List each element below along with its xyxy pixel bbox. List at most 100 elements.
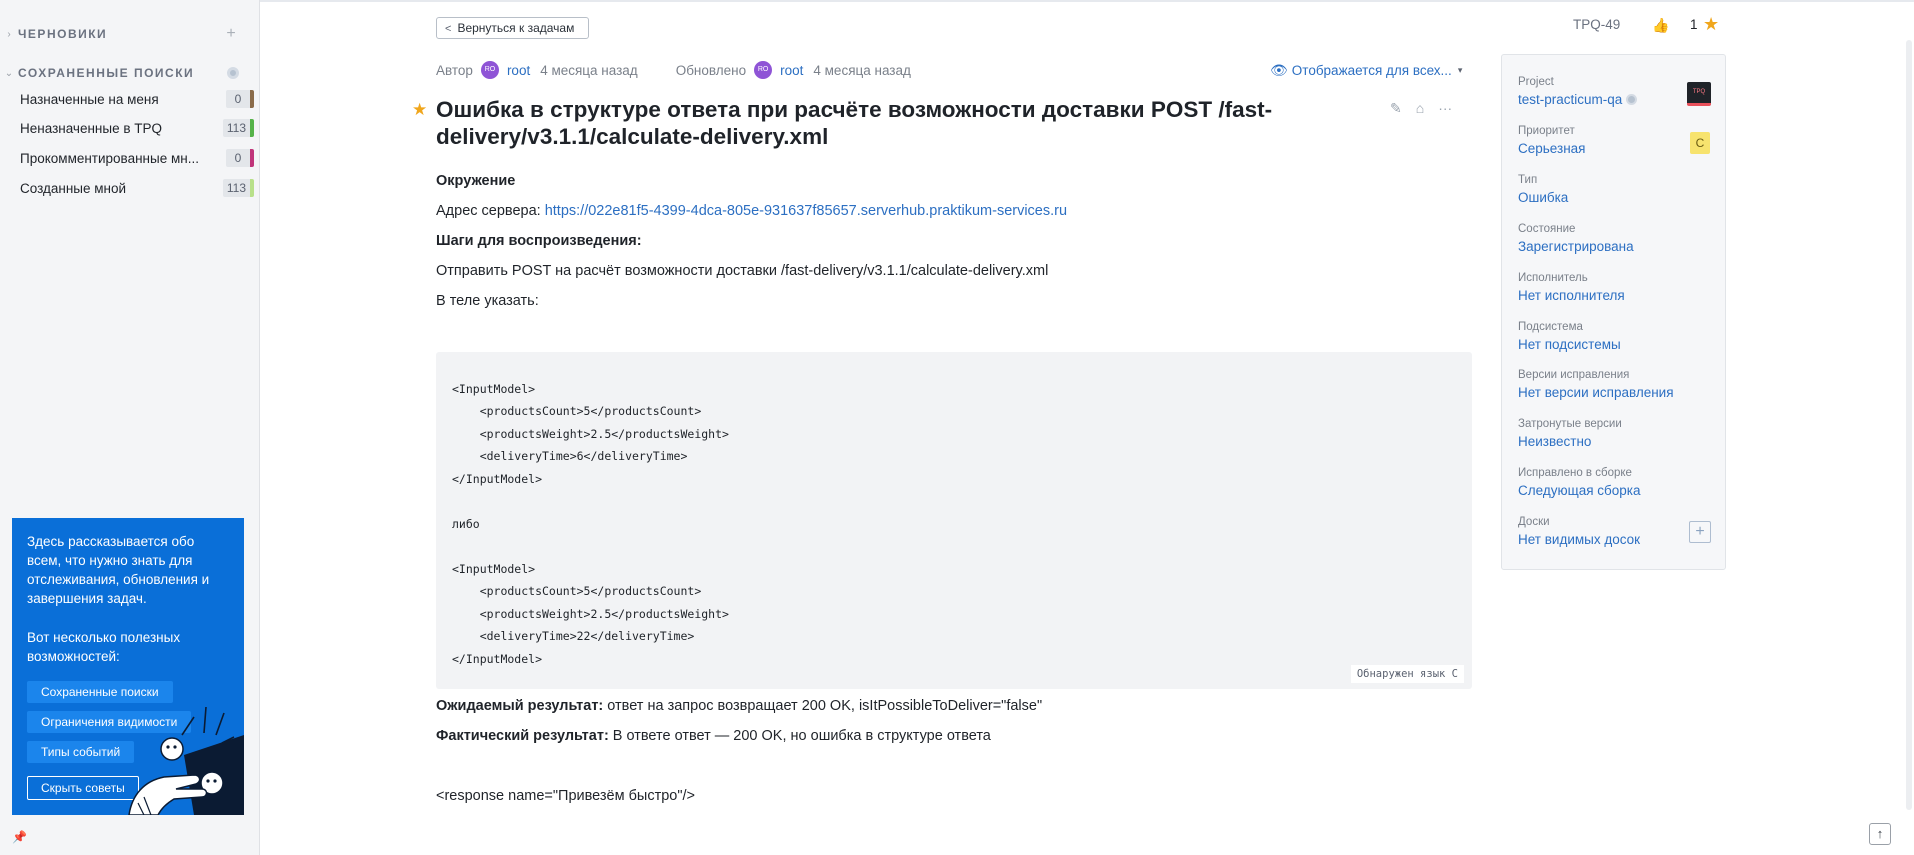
hide-tips-button[interactable]: Скрыть советы [27, 776, 139, 800]
gear-icon[interactable] [1626, 94, 1638, 105]
add-board-button[interactable]: + [1689, 521, 1711, 543]
field-boards[interactable]: Доски Нет видимых досок [1518, 516, 1708, 552]
actual-result: Фактический результат: В ответе ответ — … [436, 728, 1472, 744]
pin-icon[interactable]: 📌 [12, 830, 27, 844]
avatar: RO [754, 61, 773, 79]
chevron-down-icon: ⌄ [4, 67, 14, 79]
avatar: RO [480, 61, 499, 79]
more-options-icon[interactable]: ··· [1438, 100, 1452, 117]
back-to-issues-button[interactable]: < Вернуться к задачам [436, 17, 590, 39]
code-line: <productsWeight>2.5</productsWeight> [452, 607, 729, 621]
scrollbar[interactable] [1906, 40, 1912, 810]
issue-id[interactable]: TPQ-49 [1573, 17, 1620, 32]
scroll-to-top-button[interactable]: ↑ [1869, 823, 1891, 845]
field-label: Состояние [1518, 223, 1576, 235]
author-time: 4 месяца назад [540, 62, 638, 78]
code-line: <InputModel> [452, 382, 536, 396]
edit-pencil-icon[interactable]: ✎ [1390, 100, 1402, 117]
field-label: Тип [1518, 174, 1538, 186]
environment-heading: Окружение [436, 173, 516, 189]
code-line: </InputModel> [452, 652, 543, 666]
saved-search-label: Прокомментированные мн... [20, 150, 199, 166]
field-subsystem[interactable]: Подсистема Нет подсистемы [1518, 321, 1708, 357]
saved-search-item[interactable]: Неназначенные в TPQ 113 [0, 116, 260, 140]
saved-search-count: 0 [226, 90, 254, 108]
top-progress-line [0, 0, 1914, 2]
code-line: <deliveryTime>6</deliveryTime> [452, 449, 688, 463]
thumbs-up-icon[interactable]: 👍 [1652, 17, 1669, 34]
field-value[interactable]: Нет видимых досок [1518, 532, 1708, 552]
field-value[interactable]: test-practicum-qa [1518, 92, 1622, 107]
field-value[interactable]: Нет версии исправления [1518, 385, 1708, 405]
tips-panel: Здесь рассказывается обо всем, что нужно… [12, 518, 244, 815]
field-project[interactable]: Project test-practicum-qa [1518, 76, 1708, 112]
field-value[interactable]: Нет подсистемы [1518, 337, 1708, 357]
code-line: <productsWeight>2.5</productsWeight> [452, 427, 729, 441]
code-line: </InputModel> [452, 472, 543, 486]
star-icon[interactable]: ★ [1703, 14, 1719, 35]
field-assignee[interactable]: Исполнитель Нет исполнителя [1518, 272, 1708, 308]
chevron-down-icon: ▾ [1457, 64, 1463, 75]
tag-icon[interactable]: ⌂ [1416, 100, 1424, 117]
field-value[interactable]: Ошибка [1518, 190, 1708, 210]
field-value[interactable]: Нет исполнителя [1518, 288, 1708, 308]
author-label: Автор [436, 62, 473, 78]
sidebar: › ЧЕРНОВИКИ + ⌄ СОХРАНЕННЫЕ ПОИСКИ Назна… [0, 0, 260, 855]
author-link[interactable]: root [507, 63, 530, 78]
field-label: Исправлено в сборке [1518, 467, 1632, 479]
field-priority[interactable]: Приоритет Серьезная [1518, 125, 1708, 161]
expected-text: ответ на запрос возвращает 200 OK, isItP… [603, 698, 1043, 714]
field-label: Затронутые версии [1518, 418, 1622, 430]
actual-label: Фактический результат: [436, 728, 609, 744]
tips-subheading: Вот несколько полезных возможностей: [27, 630, 181, 664]
code-block: <InputModel> <productsCount>5</productsC… [436, 352, 1472, 689]
expected-label: Ожидаемый результат: [436, 698, 604, 714]
step-2: В теле указать: [436, 293, 539, 309]
response-line: <response name="Привезём быстро"/> [436, 788, 696, 804]
eye-icon: 👁 [1270, 61, 1288, 78]
field-affected-versions[interactable]: Затронутые версии Неизвестно [1518, 418, 1708, 454]
saved-search-count: 113 [222, 119, 254, 137]
code-language-badge[interactable]: Обнаружен язык C [1350, 665, 1464, 683]
field-value[interactable]: Серьезная [1518, 141, 1708, 161]
step-1: Отправить POST на расчёт возможности дос… [436, 263, 1049, 279]
saved-search-item[interactable]: Созданные мной 113 [0, 176, 260, 200]
drafts-title: ЧЕРНОВИКИ [18, 27, 108, 41]
vote-count: 1 [1690, 17, 1698, 32]
field-label: Подсистема [1518, 321, 1583, 333]
add-draft-button[interactable]: + [222, 25, 240, 43]
field-state[interactable]: Состояние Зарегистрирована [1518, 223, 1708, 259]
saved-searches-header[interactable]: ⌄ СОХРАНЕННЫЕ ПОИСКИ [0, 63, 250, 83]
drafts-section-header[interactable]: › ЧЕРНОВИКИ + [0, 24, 250, 44]
project-logo: TPQ [1687, 82, 1711, 106]
server-url-link[interactable]: https://022e81f5-4399-4dca-805e-931637f8… [545, 203, 1067, 219]
saved-search-label: Назначенные на меня [20, 91, 159, 107]
field-type[interactable]: Тип Ошибка [1518, 174, 1708, 210]
updated-time: 4 месяца назад [813, 62, 911, 78]
gear-icon[interactable] [227, 67, 239, 79]
issue-title: Ошибка в структуре ответа при расчёте во… [436, 97, 1273, 149]
field-value[interactable]: Следующая сборка [1518, 483, 1708, 503]
field-label: Приоритет [1518, 125, 1575, 137]
steps-heading: Шаги для воспроизведения: [436, 233, 642, 249]
saved-search-item[interactable]: Назначенные на меня 0 [0, 87, 260, 111]
field-fixed-in-build[interactable]: Исправлено в сборке Следующая сборка [1518, 467, 1708, 503]
code-line: <productsCount>5</productsCount> [452, 584, 702, 598]
saved-search-label: Созданные мной [20, 180, 127, 196]
field-label: Версии исправления [1518, 369, 1630, 381]
back-label: Вернуться к задачам [457, 21, 575, 35]
saved-search-count: 113 [222, 179, 254, 197]
field-label: Доски [1518, 516, 1550, 528]
updater-link[interactable]: root [780, 63, 803, 78]
actual-text: В ответе ответ — 200 OK, но ошибка в стр… [608, 728, 991, 744]
saved-search-item[interactable]: Прокомментированные мн... 0 [0, 146, 260, 170]
tip-event-types-button[interactable]: Типы событий [27, 741, 135, 763]
visibility-dropdown[interactable]: 👁 Отображается для всех... ▾ [1270, 60, 1462, 80]
star-icon[interactable]: ★ [412, 100, 427, 120]
field-value[interactable]: Зарегистрирована [1518, 239, 1708, 259]
priority-badge: C [1690, 132, 1710, 154]
code-line: <deliveryTime>22</deliveryTime> [452, 629, 695, 643]
field-value[interactable]: Неизвестно [1518, 434, 1708, 454]
field-label: Исполнитель [1518, 272, 1588, 284]
field-fix-versions[interactable]: Версии исправления Нет версии исправлени… [1518, 369, 1708, 405]
